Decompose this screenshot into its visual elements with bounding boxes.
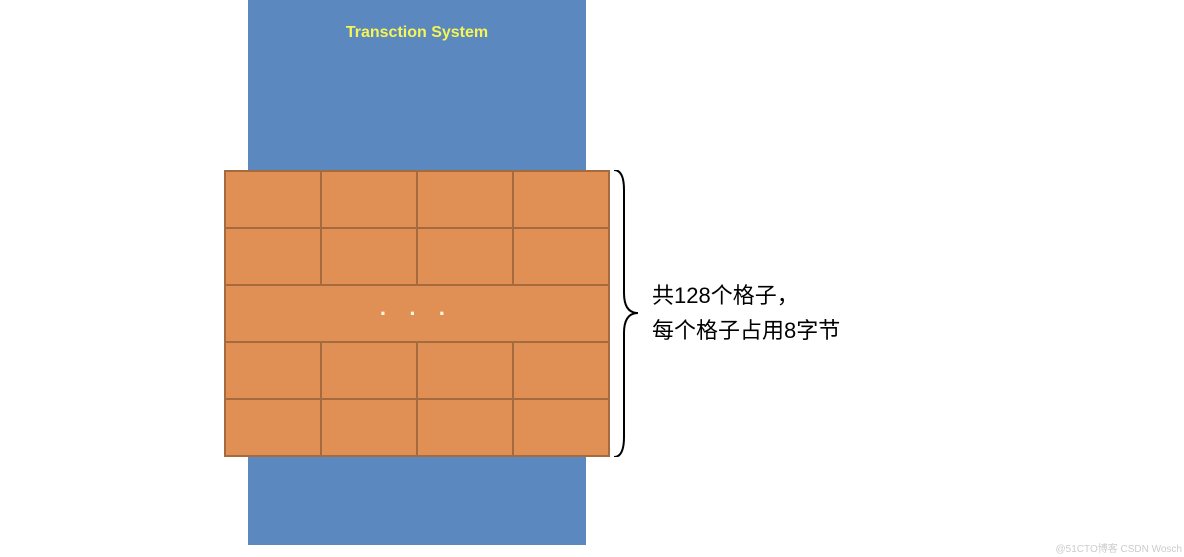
grid-cell <box>226 172 322 227</box>
grid-cell <box>322 229 418 284</box>
brace-icon <box>612 170 642 457</box>
annotation-line1: 共128个格子， <box>652 278 840 313</box>
grid-cell <box>322 400 418 455</box>
annotation-text: 共128个格子， 每个格子占用8字节 <box>652 278 840 348</box>
slot-grid: · · · <box>224 170 610 457</box>
grid-cell <box>418 172 514 227</box>
grid-row <box>226 343 608 400</box>
grid-row <box>226 229 608 286</box>
watermark-label: @51CTO博客 CSDN Wosch <box>1056 540 1182 555</box>
grid-cell <box>226 229 322 284</box>
grid-ellipsis-row: · · · <box>226 286 608 343</box>
ellipsis-label: · · · <box>380 301 454 327</box>
grid-cell <box>514 343 608 398</box>
grid-row <box>226 400 608 455</box>
title-label: Transction System <box>248 24 586 42</box>
grid-cell <box>514 400 608 455</box>
grid-cell <box>226 343 322 398</box>
grid-row <box>226 172 608 229</box>
grid-cell <box>322 172 418 227</box>
grid-cell <box>226 400 322 455</box>
grid-cell <box>418 400 514 455</box>
annotation-line2: 每个格子占用8字节 <box>652 313 840 348</box>
grid-cell <box>514 172 608 227</box>
grid-cell <box>418 343 514 398</box>
grid-cell <box>514 229 608 284</box>
grid-cell <box>418 229 514 284</box>
grid-cell <box>322 343 418 398</box>
